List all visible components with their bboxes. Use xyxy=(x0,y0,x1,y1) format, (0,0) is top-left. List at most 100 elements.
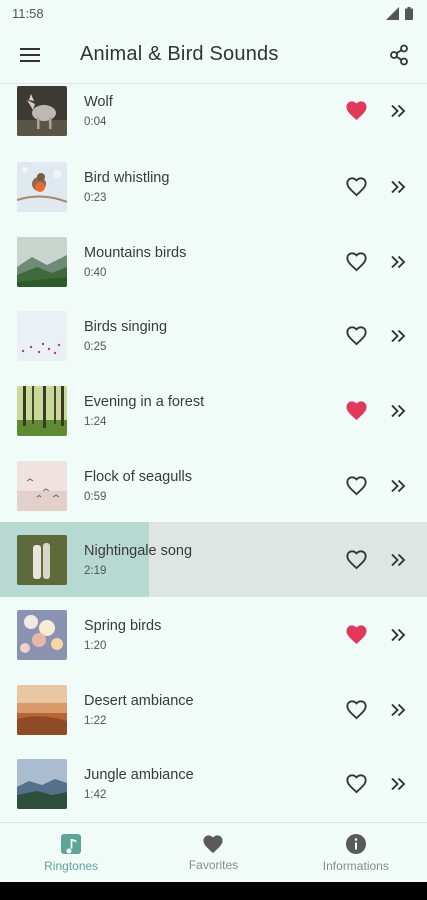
double-chevron-right-icon xyxy=(391,703,406,716)
favorite-button[interactable] xyxy=(341,695,371,725)
open-details-button[interactable] xyxy=(383,247,413,277)
sound-duration: 1:22 xyxy=(84,715,107,727)
favorite-button[interactable] xyxy=(341,172,371,202)
double-chevron-right-icon xyxy=(391,329,406,342)
sound-meta: Spring birds 1:20 xyxy=(84,617,341,652)
ringtone-icon xyxy=(61,833,82,854)
heart-outline-icon xyxy=(345,476,367,496)
sound-duration: 1:20 xyxy=(84,640,107,652)
sound-meta: Birds singing 0:25 xyxy=(84,318,341,353)
sound-duration: 0:59 xyxy=(84,491,107,503)
nav-item-ringtones[interactable]: Ringtones xyxy=(0,823,142,882)
heart-filled-icon xyxy=(345,101,367,121)
open-details-button[interactable] xyxy=(383,172,413,202)
share-button[interactable] xyxy=(385,41,413,69)
open-details-button[interactable] xyxy=(383,396,413,426)
signal-icon xyxy=(386,6,399,20)
app-bar: Animal & Bird Sounds xyxy=(0,26,427,84)
open-details-button[interactable] xyxy=(383,545,413,575)
sound-list-item[interactable]: Nightingale song 2:19 xyxy=(0,522,427,597)
favorite-button[interactable] xyxy=(341,96,371,126)
heart-icon xyxy=(203,834,224,853)
sound-title: Jungle ambiance xyxy=(84,767,194,783)
nav-item-favorites[interactable]: Favorites xyxy=(142,823,284,882)
sound-list-item[interactable]: Spring birds 1:20 xyxy=(0,597,427,672)
sound-title: Bird whistling xyxy=(84,170,170,186)
sound-list-item[interactable]: Desert ambiance 1:22 xyxy=(0,672,427,747)
sound-title: Flock of seagulls xyxy=(84,469,192,485)
double-chevron-right-icon xyxy=(391,553,406,566)
favorite-button[interactable] xyxy=(341,769,371,799)
heart-outline-icon xyxy=(345,326,367,346)
favorite-button[interactable] xyxy=(341,545,371,575)
double-chevron-right-icon xyxy=(391,255,406,268)
sound-thumbnail xyxy=(17,460,67,511)
sound-list-item[interactable]: Jungle ambiance 1:42 xyxy=(0,746,427,821)
sound-list-item[interactable]: Wolf 0:04 xyxy=(0,84,427,148)
sound-list-item[interactable]: Birds singing 0:25 xyxy=(0,298,427,373)
sound-meta: Wolf 0:04 xyxy=(84,93,341,128)
bottom-navigation: Ringtones Favorites Informations xyxy=(0,822,427,882)
sound-duration: 0:25 xyxy=(84,341,107,353)
sound-title: Birds singing xyxy=(84,319,168,335)
sound-thumbnail xyxy=(17,236,67,287)
double-chevron-right-icon xyxy=(391,628,406,641)
favorite-button[interactable] xyxy=(341,471,371,501)
heart-outline-icon xyxy=(345,252,367,272)
status-icons xyxy=(386,6,413,20)
sound-list-item[interactable]: Mountains birds 0:40 xyxy=(0,224,427,299)
menu-button[interactable] xyxy=(16,41,44,69)
info-icon xyxy=(345,833,366,854)
nav-item-informations[interactable]: Informations xyxy=(285,823,427,882)
double-chevron-right-icon xyxy=(391,104,406,117)
heart-filled-icon xyxy=(345,401,367,421)
open-details-button[interactable] xyxy=(383,620,413,650)
favorite-button[interactable] xyxy=(341,620,371,650)
double-chevron-right-icon xyxy=(391,180,406,193)
app-title: Animal & Bird Sounds xyxy=(80,43,279,65)
sound-thumbnail xyxy=(17,684,67,735)
open-details-button[interactable] xyxy=(383,695,413,725)
sound-list-item[interactable]: Flock of seagulls 0:59 xyxy=(0,448,427,523)
sound-thumbnail xyxy=(17,385,67,436)
sound-thumbnail xyxy=(17,609,67,660)
hamburger-icon xyxy=(20,47,40,62)
favorite-button[interactable] xyxy=(341,247,371,277)
sound-meta: Nightingale song 2:19 xyxy=(84,542,341,577)
sound-title: Evening in a forest xyxy=(84,394,205,410)
open-details-button[interactable] xyxy=(383,321,413,351)
favorite-button[interactable] xyxy=(341,321,371,351)
sound-meta: Mountains birds 0:40 xyxy=(84,244,341,279)
sound-list[interactable]: Wolf 0:04 Bird whistling 0:23 Mountains … xyxy=(0,84,427,822)
sound-duration: 1:42 xyxy=(84,789,107,801)
sound-duration: 2:19 xyxy=(84,565,107,577)
sound-meta: Bird whistling 0:23 xyxy=(84,169,341,204)
sound-title: Mountains birds xyxy=(84,245,187,261)
sound-thumbnail xyxy=(17,310,67,361)
double-chevron-right-icon xyxy=(391,479,406,492)
sound-meta: Flock of seagulls 0:59 xyxy=(84,468,341,503)
sound-title: Spring birds xyxy=(84,618,162,634)
sound-duration: 0:23 xyxy=(84,192,107,204)
open-details-button[interactable] xyxy=(383,471,413,501)
heart-outline-icon xyxy=(345,700,367,720)
heart-outline-icon xyxy=(345,774,367,794)
sound-thumbnail xyxy=(17,534,67,585)
sound-title: Desert ambiance xyxy=(84,693,194,709)
double-chevron-right-icon xyxy=(391,404,406,417)
double-chevron-right-icon xyxy=(391,777,406,790)
nav-label: Ringtones xyxy=(44,858,99,873)
sound-list-item[interactable]: Evening in a forest 1:24 xyxy=(0,373,427,448)
open-details-button[interactable] xyxy=(383,769,413,799)
favorite-button[interactable] xyxy=(341,396,371,426)
sound-thumbnail xyxy=(17,758,67,809)
heart-filled-icon xyxy=(345,625,367,645)
sound-duration: 0:40 xyxy=(84,267,107,279)
heart-outline-icon xyxy=(345,177,367,197)
sound-list-item[interactable]: Bird whistling 0:23 xyxy=(0,149,427,224)
sound-meta: Jungle ambiance 1:42 xyxy=(84,766,341,801)
battery-icon xyxy=(405,6,413,20)
status-bar: 11:58 xyxy=(0,0,427,26)
heart-outline-icon xyxy=(345,550,367,570)
open-details-button[interactable] xyxy=(383,96,413,126)
